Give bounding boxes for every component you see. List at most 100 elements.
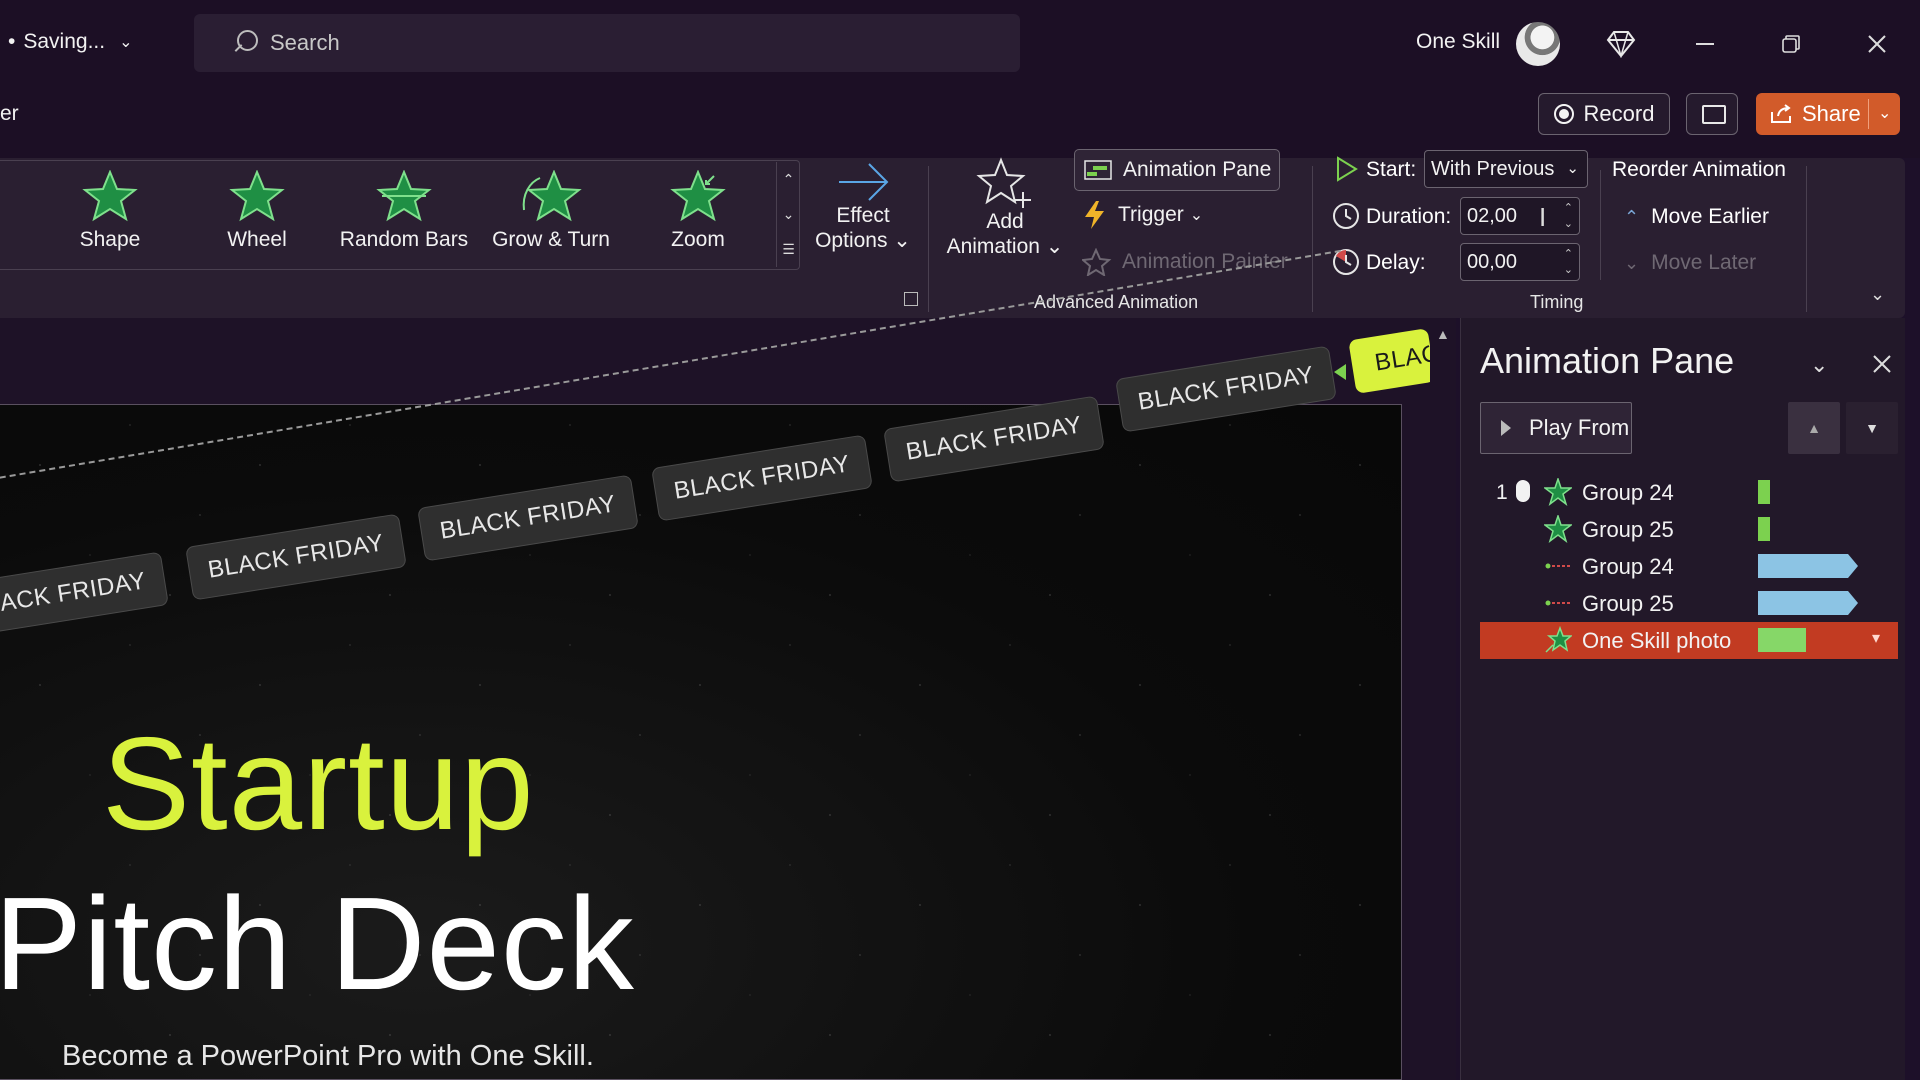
dialog-launcher-icon[interactable] (904, 292, 918, 306)
share-label: Share (1802, 101, 1861, 126)
play-icon (1337, 156, 1358, 182)
minimize-button[interactable] (1682, 22, 1728, 66)
animation-pane-button[interactable]: Animation Pane (1074, 149, 1280, 191)
clock-icon (1333, 203, 1359, 229)
spinner-arrows[interactable]: ⌃ ⌄ (1564, 246, 1573, 278)
ribbon-separator (1312, 166, 1313, 312)
slide-subtitle[interactable]: Become a PowerPoint Pro with One Skill. (62, 1040, 594, 1073)
ribbon-collapse-icon[interactable]: ⌄ (1870, 284, 1885, 305)
animation-list-item-selected[interactable]: One Skill photo ▾ (1480, 622, 1898, 659)
entrance-star-icon (1545, 626, 1572, 653)
gallery-down-button[interactable]: ⌄ (776, 197, 800, 232)
emphasis-star-icon (1544, 515, 1572, 543)
effect-options-label-1: Effect (836, 204, 890, 227)
move-up-button[interactable]: ▲ (1788, 402, 1840, 454)
share-button[interactable]: Share ⌄ (1756, 93, 1900, 135)
lightning-icon (1085, 201, 1104, 229)
animation-shape[interactable]: Shape (40, 170, 180, 260)
timing-group-label: Timing (1530, 292, 1584, 312)
search-icon (230, 28, 260, 58)
close-window-button[interactable] (1854, 22, 1900, 66)
animation-list-item[interactable]: 1 Group 24 (1480, 474, 1898, 511)
spinner-arrows[interactable]: ⌃ ⌄ (1564, 200, 1573, 232)
item-dropdown-chevron-icon[interactable]: ▾ (1872, 628, 1880, 648)
arrow-right-icon (839, 163, 889, 201)
chevron-down-icon: ⌄ (1624, 252, 1640, 273)
animation-label: Random Bars (339, 228, 469, 251)
close-pane-icon[interactable] (1872, 354, 1892, 374)
add-animation-label-2: Animation ⌄ (946, 235, 1064, 258)
share-separator (1868, 99, 1869, 129)
item-name: Group 24 (1582, 553, 1674, 579)
restore-button[interactable] (1768, 22, 1814, 66)
gallery-scroll: ⌃ ⌄ ☰ (776, 162, 800, 268)
user-name[interactable]: One Skill (1416, 30, 1500, 54)
delay-input[interactable]: 00,00 ⌃ ⌄ (1460, 243, 1580, 281)
record-label: Record (1583, 101, 1655, 126)
timeline-bar (1758, 480, 1770, 504)
motion-end-arrow-icon (1334, 364, 1346, 380)
diamond-icon[interactable] (1606, 30, 1636, 58)
item-name: Group 25 (1582, 516, 1674, 542)
animation-list-item[interactable]: Group 25 (1480, 511, 1898, 548)
move-later-label: Move Later (1651, 251, 1757, 274)
chevron-down-icon: ⌄ (1566, 160, 1579, 177)
workspace-scrollbar[interactable]: ▲ (1430, 326, 1456, 1080)
trigger-button[interactable]: Trigger ⌄ (1082, 200, 1203, 230)
avatar[interactable] (1516, 22, 1560, 66)
save-status[interactable]: • Saving... ⌄ (8, 30, 132, 54)
pane-options-chevron-icon[interactable]: ⌄ (1810, 352, 1828, 378)
mouse-click-icon (1516, 480, 1530, 502)
tab-partial[interactable]: er (0, 102, 19, 126)
add-animation-label-1: Add (986, 210, 1024, 233)
animation-random-bars[interactable]: Random Bars (334, 170, 474, 260)
gallery-up-button[interactable]: ⌃ (776, 162, 800, 197)
motion-path-icon (1545, 600, 1570, 606)
ribbon-separator (1806, 166, 1807, 312)
scroll-up-arrow-icon[interactable]: ▲ (1436, 326, 1450, 342)
search-input[interactable] (270, 30, 970, 56)
move-earlier-button[interactable]: ⌃ Move Earlier (1624, 205, 1769, 229)
gallery-more-button[interactable]: ☰ (776, 232, 800, 267)
animation-grow-turn[interactable]: Grow & Turn (481, 170, 621, 260)
add-animation-button[interactable]: Add Animation ⌄ (940, 156, 1070, 286)
close-icon (1868, 35, 1886, 53)
timeline-bar (1758, 554, 1858, 578)
comments-button[interactable] (1686, 93, 1738, 135)
animation-list-item[interactable]: Group 25 (1480, 585, 1898, 622)
duration-value: 02,00 (1467, 204, 1518, 227)
timeline-bar (1758, 628, 1806, 652)
timeline-bar (1758, 591, 1858, 615)
start-select[interactable]: With Previous ⌄ (1424, 150, 1588, 188)
move-later-button[interactable]: ⌄ Move Later (1624, 251, 1756, 275)
star-icon (229, 170, 285, 222)
animation-label: Zoom (671, 228, 725, 251)
chevron-down-icon[interactable]: ⌄ (1878, 103, 1891, 123)
slide-title-line-2[interactable]: Pitch Deck (0, 868, 635, 1019)
advanced-animation-group-label: Advanced Animation (1034, 292, 1199, 312)
effect-options-label-2: Options ⌄ (815, 229, 911, 252)
record-button[interactable]: Record (1538, 93, 1670, 135)
animation-wheel[interactable]: Wheel (187, 170, 327, 260)
slide-title-line-1[interactable]: Startup (102, 708, 535, 859)
duration-input[interactable]: 02,00 I ⌃ ⌄ (1460, 197, 1580, 235)
restore-icon (1782, 35, 1800, 53)
share-icon (1771, 104, 1791, 123)
item-number: 1 (1496, 480, 1508, 504)
animation-painter-button[interactable]: Animation Painter (1082, 248, 1288, 276)
effect-options-button[interactable]: Effect Options ⌄ (808, 158, 918, 288)
start-label: Start: (1366, 158, 1417, 181)
play-from-button[interactable]: Play From (1480, 402, 1632, 454)
star-icon (376, 170, 432, 222)
star-icon (522, 170, 582, 222)
chevron-up-icon: ⌃ (1624, 206, 1640, 227)
timeline-bar (1758, 517, 1770, 541)
move-down-button[interactable]: ▼ (1846, 402, 1898, 454)
play-icon (1501, 420, 1511, 436)
animation-list-item[interactable]: Group 24 (1480, 548, 1898, 585)
emphasis-star-icon (1544, 478, 1572, 506)
search-box[interactable] (194, 14, 1020, 72)
animation-zoom[interactable]: Zoom (628, 170, 768, 260)
animation-label: Wheel (227, 228, 287, 251)
move-earlier-label: Move Earlier (1651, 205, 1769, 228)
